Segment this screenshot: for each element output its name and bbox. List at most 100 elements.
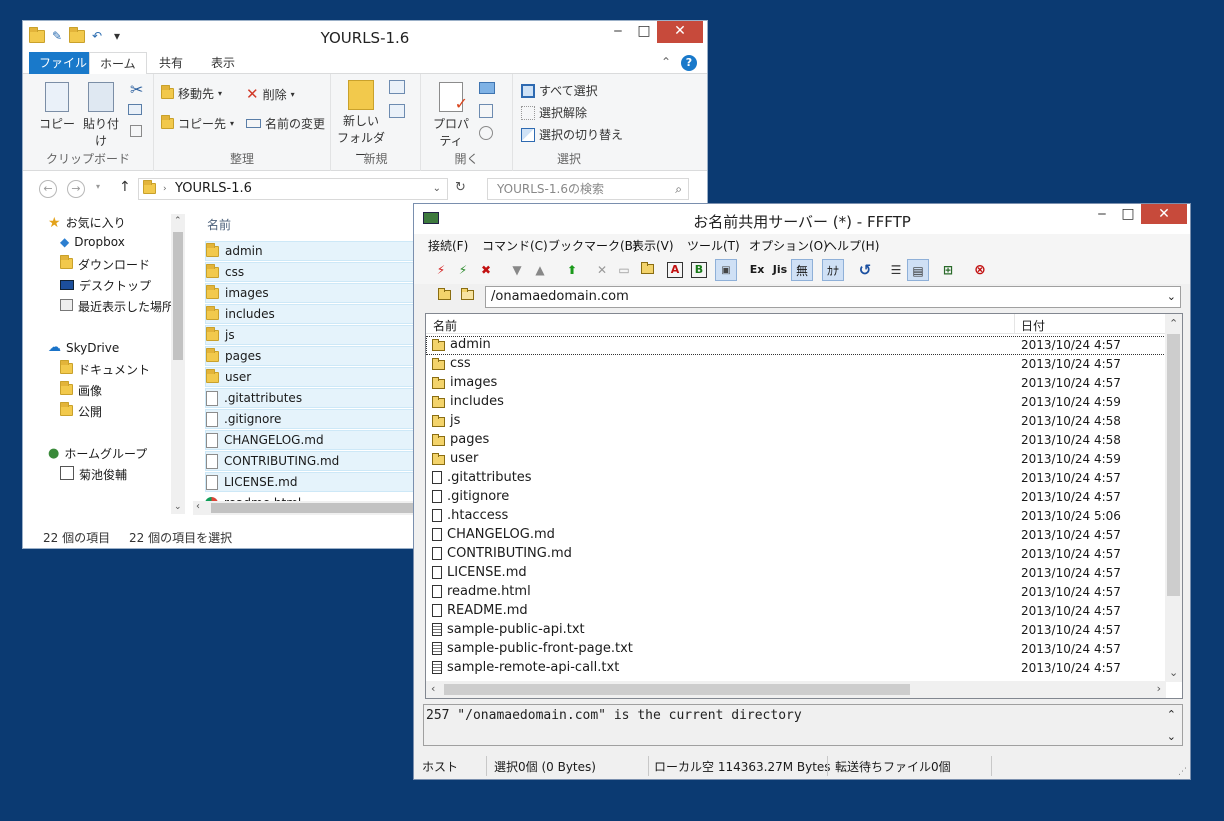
refresh-icon[interactable]: ↺ (854, 259, 876, 281)
help-icon[interactable]: ? (681, 55, 697, 71)
binary-mode-button[interactable]: B (691, 262, 707, 278)
minimize-button[interactable]: ‒ (604, 21, 632, 43)
select-all-button[interactable]: すべて選択 (521, 82, 598, 99)
detail-view-icon[interactable]: ▤ (907, 259, 929, 281)
list-item[interactable]: LICENSE.md (205, 472, 415, 492)
address-box[interactable]: › YOURLS-1.6 ⌄ (138, 178, 448, 200)
nav-skydrive-item[interactable]: 公開 (60, 401, 102, 420)
copy-button[interactable]: コピー (37, 82, 77, 132)
kana-conversion-button[interactable]: ｶﾅ (822, 259, 844, 281)
list-item[interactable]: .gitignore (205, 409, 415, 429)
list-item[interactable]: CHANGELOG.md (205, 430, 415, 450)
back-button[interactable]: ← (39, 180, 57, 198)
table-row[interactable]: README.md 2013/10/24 4:57 (426, 602, 1166, 621)
list-item[interactable]: .gitattributes (205, 388, 415, 408)
paste-shortcut-icon[interactable] (130, 125, 142, 137)
nav-favorites-item[interactable]: ◆ Dropbox (60, 235, 125, 249)
edit-icon[interactable] (479, 104, 493, 118)
table-row[interactable]: includes 2013/10/24 4:59 (426, 393, 1166, 412)
close-button[interactable]: ✕ (1141, 204, 1187, 224)
minimize-button[interactable]: ‒ (1088, 204, 1116, 226)
log-pane[interactable]: 257 "/onamaedomain.com" is the current d… (423, 704, 1183, 746)
menu-item[interactable]: コマンド(C) (482, 237, 548, 254)
paste-button[interactable]: 貼り付け (79, 82, 123, 149)
table-row[interactable]: js 2013/10/24 4:58 (426, 412, 1166, 431)
column-header-date[interactable]: 日付 (1021, 317, 1045, 334)
table-row[interactable]: sample-public-api.txt 2013/10/24 4:57 (426, 621, 1166, 640)
column-header-name[interactable]: 名前 (433, 317, 457, 334)
mkdir-icon[interactable] (636, 259, 658, 281)
table-row[interactable]: images 2013/10/24 4:57 (426, 374, 1166, 393)
properties-button[interactable]: ✓ プロパティ (427, 82, 475, 149)
menu-item[interactable]: 接続(F) (428, 237, 468, 254)
collapse-ribbon-icon[interactable]: ⌃ (661, 55, 671, 69)
horizontal-scrollbar-thumb[interactable] (444, 684, 910, 695)
log-scroll-down-icon[interactable]: ⌄ (1167, 730, 1176, 743)
tab-home[interactable]: ホーム (89, 52, 147, 75)
nav-skydrive-item[interactable]: ドキュメント (60, 359, 150, 378)
sync-folder-icon[interactable]: ⊞ (937, 259, 959, 281)
open-dir-icon[interactable] (456, 285, 478, 307)
auto-mode-icon[interactable]: ▣ (715, 259, 737, 281)
list-item[interactable]: CONTRIBUTING.md (205, 451, 415, 471)
table-row[interactable]: css 2013/10/24 4:57 (426, 355, 1166, 374)
table-row[interactable]: pages 2013/10/24 4:58 (426, 431, 1166, 450)
close-button[interactable]: ✕ (657, 21, 703, 43)
file-list-hscrollbar-thumb[interactable] (211, 503, 415, 513)
table-row[interactable]: admin 2013/10/24 4:57 (426, 336, 1166, 355)
maximize-button[interactable]: □ (1114, 204, 1142, 226)
table-row[interactable]: sample-remote-api-call.txt 2013/10/24 4:5… (426, 659, 1166, 678)
delete-icon[interactable]: ✕ (591, 259, 613, 281)
rename-button[interactable]: 名前の変更 (246, 115, 325, 132)
forward-button[interactable]: → (67, 180, 85, 198)
remote-path-input[interactable]: /onamaedomain.com ⌄ (485, 286, 1181, 308)
menu-item[interactable]: オプション(O) (749, 237, 828, 254)
list-item[interactable]: css (205, 262, 415, 282)
parent-dir-icon[interactable] (433, 285, 455, 307)
connect-icon[interactable]: ⚡ (430, 259, 452, 281)
euc-button[interactable]: Ex (746, 259, 768, 281)
abort-icon[interactable]: ⊗ (969, 259, 991, 281)
list-item[interactable]: user (205, 367, 415, 387)
tab-view[interactable]: 表示 (201, 52, 245, 74)
horizontal-scrollbar[interactable]: ‹ › (426, 681, 1166, 698)
nav-skydrive-item[interactable]: 画像 (60, 380, 102, 399)
copy-to-button[interactable]: コピー先 ▾ (161, 115, 234, 132)
search-input[interactable]: YOURLS-1.6の検索 ⌕ (487, 178, 689, 200)
ascii-mode-button[interactable]: A (667, 262, 683, 278)
up-folder-icon[interactable]: ⬆ (561, 259, 583, 281)
column-header-name[interactable]: 名前 (207, 216, 231, 233)
table-row[interactable]: LICENSE.md 2013/10/24 4:57 (426, 564, 1166, 583)
list-item[interactable]: includes (205, 304, 415, 324)
refresh-button[interactable]: ↻ (455, 180, 466, 195)
table-row[interactable]: .htaccess 2013/10/24 5:06 (426, 507, 1166, 526)
list-view-icon[interactable]: ☰ (885, 259, 907, 281)
menu-item[interactable]: ツール(T) (687, 237, 740, 254)
address-dropdown-icon[interactable]: ⌄ (433, 179, 441, 199)
easy-access-icon[interactable] (389, 104, 405, 118)
recent-locations-dropdown[interactable]: ▾ (96, 182, 100, 191)
open-icon[interactable] (479, 82, 495, 94)
cut-icon[interactable]: ✂ (130, 80, 143, 99)
no-conversion-button[interactable]: 無 (791, 259, 813, 281)
log-scroll-up-icon[interactable]: ⌃ (1167, 708, 1176, 721)
menu-item[interactable]: ブックマーク(B) (548, 237, 638, 254)
nav-favorites-item[interactable]: ダウンロード (60, 254, 150, 273)
menu-item[interactable]: ヘルプ(H) (825, 237, 879, 254)
path-dropdown-icon[interactable]: ⌄ (1167, 287, 1176, 307)
tab-share[interactable]: 共有 (149, 52, 193, 74)
table-row[interactable]: user 2013/10/24 4:59 (426, 450, 1166, 469)
disconnect-icon[interactable]: ✖ (475, 259, 497, 281)
new-item-icon[interactable] (389, 80, 405, 94)
vertical-scrollbar-thumb[interactable] (1167, 334, 1180, 596)
table-row[interactable]: sample-public-front-page.txt 2013/10/24 4… (426, 640, 1166, 659)
table-row[interactable]: CONTRIBUTING.md 2013/10/24 4:57 (426, 545, 1166, 564)
history-icon[interactable] (479, 126, 493, 140)
nav-skydrive[interactable]: ☁ SkyDrive (48, 340, 119, 355)
vertical-scrollbar[interactable]: ⌃ ⌄ (1165, 314, 1182, 682)
select-none-button[interactable]: 選択解除 (521, 104, 587, 121)
list-item[interactable]: pages (205, 346, 415, 366)
rename-icon[interactable]: ▭ (613, 259, 635, 281)
list-item[interactable]: admin (205, 241, 415, 261)
download-icon[interactable]: ▼ (506, 259, 528, 281)
